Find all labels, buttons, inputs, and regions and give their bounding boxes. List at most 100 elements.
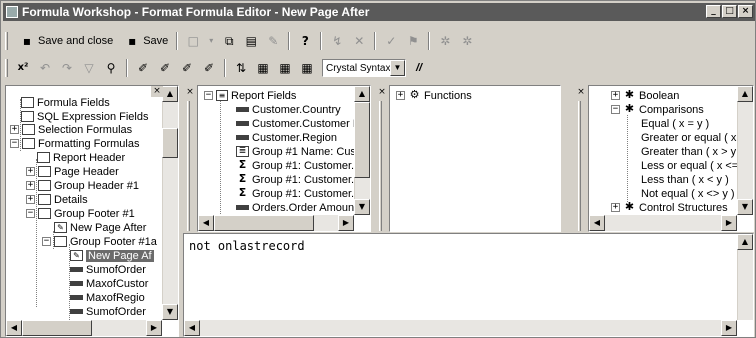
collapse-icon[interactable]: − [26,209,35,218]
save-button[interactable]: ▪ Save [117,31,172,51]
scroll-thumb[interactable] [214,215,314,231]
check-icon[interactable]: ✓ [383,33,399,49]
tree-item-page-header[interactable]: + Page Header [26,165,119,178]
field-item[interactable]: Customer.Country [236,103,341,116]
tree-item-new-page-after[interactable]: ✎ New Page After [54,221,146,234]
expand-icon[interactable]: + [26,195,35,204]
expand-icon[interactable]: + [611,91,620,100]
close-functions-pane-icon[interactable]: × [376,87,388,98]
scroll-down-icon[interactable]: ▼ [354,199,370,215]
new-icon[interactable]: □ [185,33,201,49]
editor-vertical-scrollbar[interactable]: ▲ [737,234,753,320]
pane-grip[interactable] [578,101,581,231]
operators-panel-icon[interactable]: ▦ [299,60,315,76]
field-item[interactable]: Σ Group #1: Customer.Cust [236,187,370,200]
syntax-icon[interactable]: ✲ [459,33,475,49]
syntax-select[interactable]: Crystal Syntax ▼ [322,59,406,77]
operators-vertical-scrollbar[interactable]: ▲ ▼ [737,86,753,215]
save-and-close-button[interactable]: ▪ Save and close [12,31,117,51]
properties-icon[interactable]: ▤ [243,33,259,49]
chevron-down-icon[interactable]: ▼ [390,60,405,76]
fields-panel-icon[interactable]: ▦ [255,60,271,76]
clear-bookmarks-icon[interactable]: ✐ [201,60,217,76]
scroll-left-icon[interactable]: ◀ [184,320,200,336]
scroll-right-icon[interactable]: ▶ [146,320,162,336]
tree-item-selection-formulas[interactable]: + Selection Formulas [10,123,132,136]
copy-icon[interactable]: ⧉ [221,33,237,49]
close-operators-pane-icon[interactable]: × [575,87,587,98]
scroll-down-icon[interactable]: ▼ [162,304,178,320]
field-item[interactable]: Customer.Customer Name [236,117,370,130]
field-item[interactable]: Σ Group #1: Customer.Cust [236,173,370,186]
functions-root[interactable]: + ⚙ Functions [396,89,472,102]
toggle-properties-icon[interactable]: x² [15,60,31,76]
tree-item-maxofregion[interactable]: MaxofRegio [70,291,145,304]
operator-category-boolean[interactable]: + ✱ Boolean [611,89,679,102]
scroll-down-icon[interactable]: ▼ [737,199,753,215]
field-item[interactable]: Orders.Order Amount [236,201,357,214]
scroll-thumb[interactable] [22,320,92,336]
toolbar-grip[interactable] [5,59,8,77]
tree-item-group-footer-1[interactable]: − Group Footer #1 [26,207,135,220]
bookmark-toggle-icon[interactable]: ✐ [135,60,151,76]
tree-item-formatting-formulas[interactable]: − Formatting Formulas [10,137,139,150]
operator-item[interactable]: Not equal ( x <> y ) [641,187,735,200]
pane-grip[interactable] [379,101,382,231]
tree-item-group-footer-1a[interactable]: − Group Footer #1a [42,235,157,248]
dropdown-icon[interactable]: ▾ [207,33,215,49]
maximize-button[interactable]: □ [722,5,737,18]
scroll-up-icon[interactable]: ▲ [162,86,178,102]
expand-icon[interactable]: + [10,125,19,134]
close-pane-icon[interactable]: × [151,86,163,97]
scroll-up-icon[interactable]: ▲ [737,234,753,250]
operator-item[interactable]: Less than ( x < y ) [641,173,729,186]
operator-item[interactable]: Greater than ( x > y ) [641,145,743,158]
tree-item-sumoforder[interactable]: SumofOrder [70,263,146,276]
tree-item-formula-fields[interactable]: Formula Fields [10,96,110,109]
scroll-thumb[interactable] [354,102,370,178]
close-button[interactable]: × [738,5,753,18]
tree-horizontal-scrollbar[interactable]: ◀ ▶ [6,320,162,336]
tree-item-details[interactable]: + Details [26,193,88,206]
collapse-icon[interactable]: − [10,139,19,148]
formula-editor[interactable]: not onlastrecord ▲ ◀ ▶ [183,233,754,337]
delete-icon[interactable]: ✕ [351,33,367,49]
tree-item-report-header[interactable]: Report Header [26,151,125,164]
previous-bookmark-icon[interactable]: ✐ [179,60,195,76]
scroll-up-icon[interactable]: ▲ [354,86,370,102]
scroll-right-icon[interactable]: ▶ [721,215,737,231]
report-fields-root[interactable]: − ≡ Report Fields [204,89,296,102]
operators-horizontal-scrollbar[interactable]: ◀ ▶ [589,215,737,231]
redo-icon[interactable]: ↷ [59,60,75,76]
field-item[interactable]: ≣ Group #1 Name: Custome [236,145,370,158]
scroll-up-icon[interactable]: ▲ [737,86,753,102]
tree-item-sumoforder-2[interactable]: SumofOrder [70,305,146,318]
browse-icon[interactable]: ✲ [437,33,453,49]
expert-icon[interactable]: ✎ [265,33,281,49]
tree-item-new-page-after-selected[interactable]: ✎ New Page Af [70,249,154,262]
collapse-icon[interactable]: − [611,105,620,114]
fields-vertical-scrollbar[interactable]: ▲ ▼ [354,86,370,215]
expand-icon[interactable]: + [396,91,405,100]
collapse-icon[interactable]: − [204,91,213,100]
operator-item[interactable]: Equal ( x = y ) [641,117,709,130]
expand-icon[interactable]: + [26,181,35,190]
comment-button[interactable]: // [416,62,422,74]
tree-vertical-scrollbar[interactable]: ▲ ▼ [162,86,178,320]
find-icon[interactable]: ⚲ [103,60,119,76]
pane-grip[interactable] [187,101,190,231]
editor-horizontal-scrollbar[interactable]: ◀ ▶ [184,320,737,336]
minimize-button[interactable]: _ [706,5,721,18]
tree-item-maxofcustomer[interactable]: MaxofCustor [70,277,148,290]
tree-item-sql-expression-fields[interactable]: SQL Expression Fields [10,110,148,123]
bookmark-icon[interactable]: ⚑ [405,33,421,49]
operator-category-control-structures[interactable]: + ✱ Control Structures [611,201,728,214]
collapse-icon[interactable]: − [42,237,51,246]
scroll-right-icon[interactable]: ▶ [338,215,354,231]
scroll-left-icon[interactable]: ◀ [6,320,22,336]
next-bookmark-icon[interactable]: ✐ [157,60,173,76]
scroll-thumb[interactable] [162,128,178,158]
scroll-left-icon[interactable]: ◀ [589,215,605,231]
expand-icon[interactable]: + [611,203,620,212]
fields-horizontal-scrollbar[interactable]: ◀ ▶ [198,215,354,231]
